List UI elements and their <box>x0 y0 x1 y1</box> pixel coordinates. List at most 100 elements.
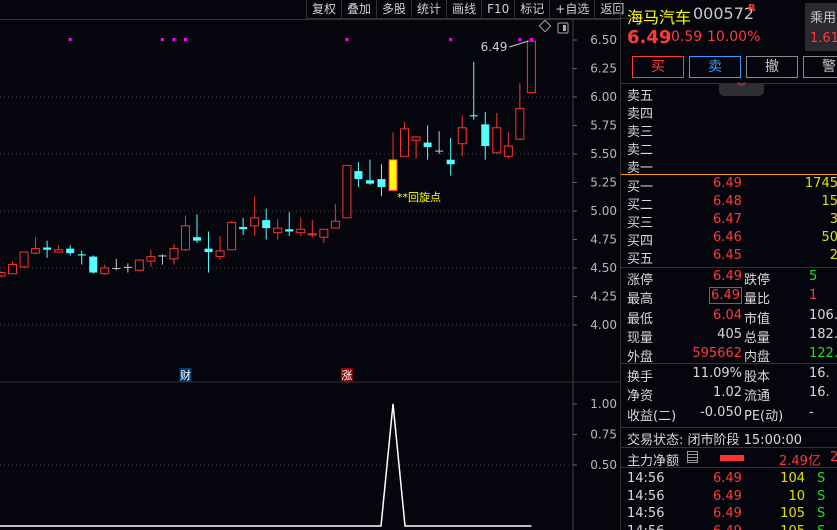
ask-row[interactable]: 卖三 <box>621 121 837 140</box>
bid-price: 6.45 <box>713 248 742 263</box>
bid-row[interactable]: 买五 6.45 2 <box>621 248 837 267</box>
candle-body <box>388 159 398 191</box>
cancel-button[interactable]: 撤 <box>746 56 798 78</box>
bid-row[interactable]: 买四 6.46 50 <box>621 230 837 249</box>
candle-body <box>19 251 29 268</box>
candle <box>262 208 271 240</box>
tick-side: S <box>817 471 826 486</box>
indicator-tick-label: 1.00 <box>590 397 617 411</box>
candle <box>469 61 478 120</box>
bid-volume: 1745 <box>804 176 837 191</box>
candle <box>446 138 455 176</box>
bid-label: 买五 <box>627 252 654 267</box>
bid-row[interactable]: 买三 6.47 3 <box>621 212 837 231</box>
stat-value: 6.49 <box>713 269 742 284</box>
stat-label-2: 跌停 <box>744 273 771 288</box>
candle <box>215 236 225 261</box>
stat-value-2: 106. <box>809 307 837 323</box>
signal-dot <box>529 38 533 41</box>
candle-body <box>262 220 271 229</box>
price-tick-label: 5.25 <box>590 176 617 190</box>
stat-label-2: 量比 <box>744 292 771 308</box>
stat-label-2: 市值 <box>744 311 771 327</box>
stat-value-2: 182. <box>809 326 837 342</box>
tick-volume: 10 <box>788 488 805 504</box>
candle-body <box>411 136 421 141</box>
bid-price: 6.47 <box>713 212 742 227</box>
last-price-arrow <box>509 40 529 48</box>
candle <box>515 83 525 141</box>
candle <box>77 250 86 265</box>
stat-value-2: 16. <box>809 366 830 381</box>
list-icon[interactable] <box>687 451 698 463</box>
ask-row[interactable]: 卖五 <box>621 85 837 104</box>
candle-body <box>180 225 190 251</box>
bid-label: 买一 <box>627 180 654 195</box>
stat-value: -0.050 <box>700 404 742 420</box>
toolbar-button[interactable]: 统计 <box>411 0 447 19</box>
tick-price: 6.49 <box>713 506 742 521</box>
toolbar-button[interactable]: F10 <box>481 0 515 19</box>
chart-toolbar: 复权 叠加 多股 统计 画线 F10 标记 +自选 返回 <box>306 0 630 19</box>
candle <box>31 237 41 255</box>
price-tick-label: 4.75 <box>590 233 617 247</box>
stat-value: 1.02 <box>713 385 742 401</box>
candle <box>8 261 18 275</box>
toolbar-button[interactable]: 叠加 <box>341 0 377 19</box>
candle-body <box>54 249 64 253</box>
signal-dot <box>160 38 164 41</box>
candle <box>388 132 398 192</box>
toolbar-button[interactable]: +自选 <box>549 0 595 19</box>
ask-label: 卖五 <box>627 89 654 104</box>
buy-button[interactable]: 买 <box>632 56 684 78</box>
stat-value-2: 16. <box>809 385 830 401</box>
candle-body <box>169 248 179 260</box>
ask-row[interactable]: 卖二 <box>621 139 837 158</box>
candle-body <box>215 250 225 258</box>
stat-row: 最高 6.49 量比 1 <box>621 287 837 308</box>
stat-row: 涨停 6.49 跌停 5 <box>621 269 837 288</box>
candle-body <box>526 40 536 93</box>
stat-label: 收益(二) <box>627 408 677 424</box>
candle <box>158 254 167 265</box>
toolbar-button[interactable]: 复权 <box>306 0 342 19</box>
candle-body <box>423 142 432 148</box>
candle-body <box>469 115 478 117</box>
bid-label: 买二 <box>627 198 654 213</box>
tick-row: 14:56 6.49 104 S <box>621 471 837 489</box>
candle <box>100 264 110 275</box>
candle-body <box>400 128 410 157</box>
tick-volume: 105 <box>780 506 805 521</box>
alert-button[interactable]: 警 <box>803 56 837 78</box>
tick-time: 14:56 <box>627 488 665 504</box>
tick-side: S <box>817 506 826 521</box>
candle-body <box>77 254 86 256</box>
stock-code: 000572 <box>693 4 755 23</box>
kline-chart[interactable]: 6.50 6.25 6.00 5.75 5.50 5.25 5.00 4.75 4.50 4.25… <box>0 0 620 530</box>
candle-body <box>354 171 363 180</box>
candle <box>377 164 386 197</box>
toolbar-button[interactable]: 标记 <box>514 0 550 19</box>
candle-body <box>123 266 132 268</box>
sector-box[interactable]: 乘用 1.61 <box>805 3 837 51</box>
candle-body <box>377 179 386 188</box>
toolbar-button[interactable]: 多股 <box>376 0 412 19</box>
bid-row[interactable]: 买一 6.49 1745 <box>621 176 837 195</box>
price-tick-label: 4.25 <box>590 290 617 304</box>
toolbar-button[interactable]: 画线 <box>446 0 482 19</box>
signal-dot <box>68 38 72 41</box>
candle-body <box>273 227 283 234</box>
sell-button[interactable]: 卖 <box>689 56 741 78</box>
price-tick-label: 4.00 <box>590 318 617 332</box>
candle-body <box>31 248 41 254</box>
candle <box>146 249 156 267</box>
tick-side: S <box>817 524 825 530</box>
ask-row[interactable]: 卖四 <box>621 103 837 122</box>
ask-row[interactable]: 卖一 <box>621 157 837 176</box>
stat-value: 6.49 <box>709 287 742 305</box>
bid-row[interactable]: 买二 6.48 15 <box>621 194 837 213</box>
candle-body <box>296 228 306 234</box>
diamond-icon <box>538 19 552 33</box>
cancel-label: 撤 <box>765 59 779 75</box>
stat-value-2: 122. <box>809 346 837 362</box>
